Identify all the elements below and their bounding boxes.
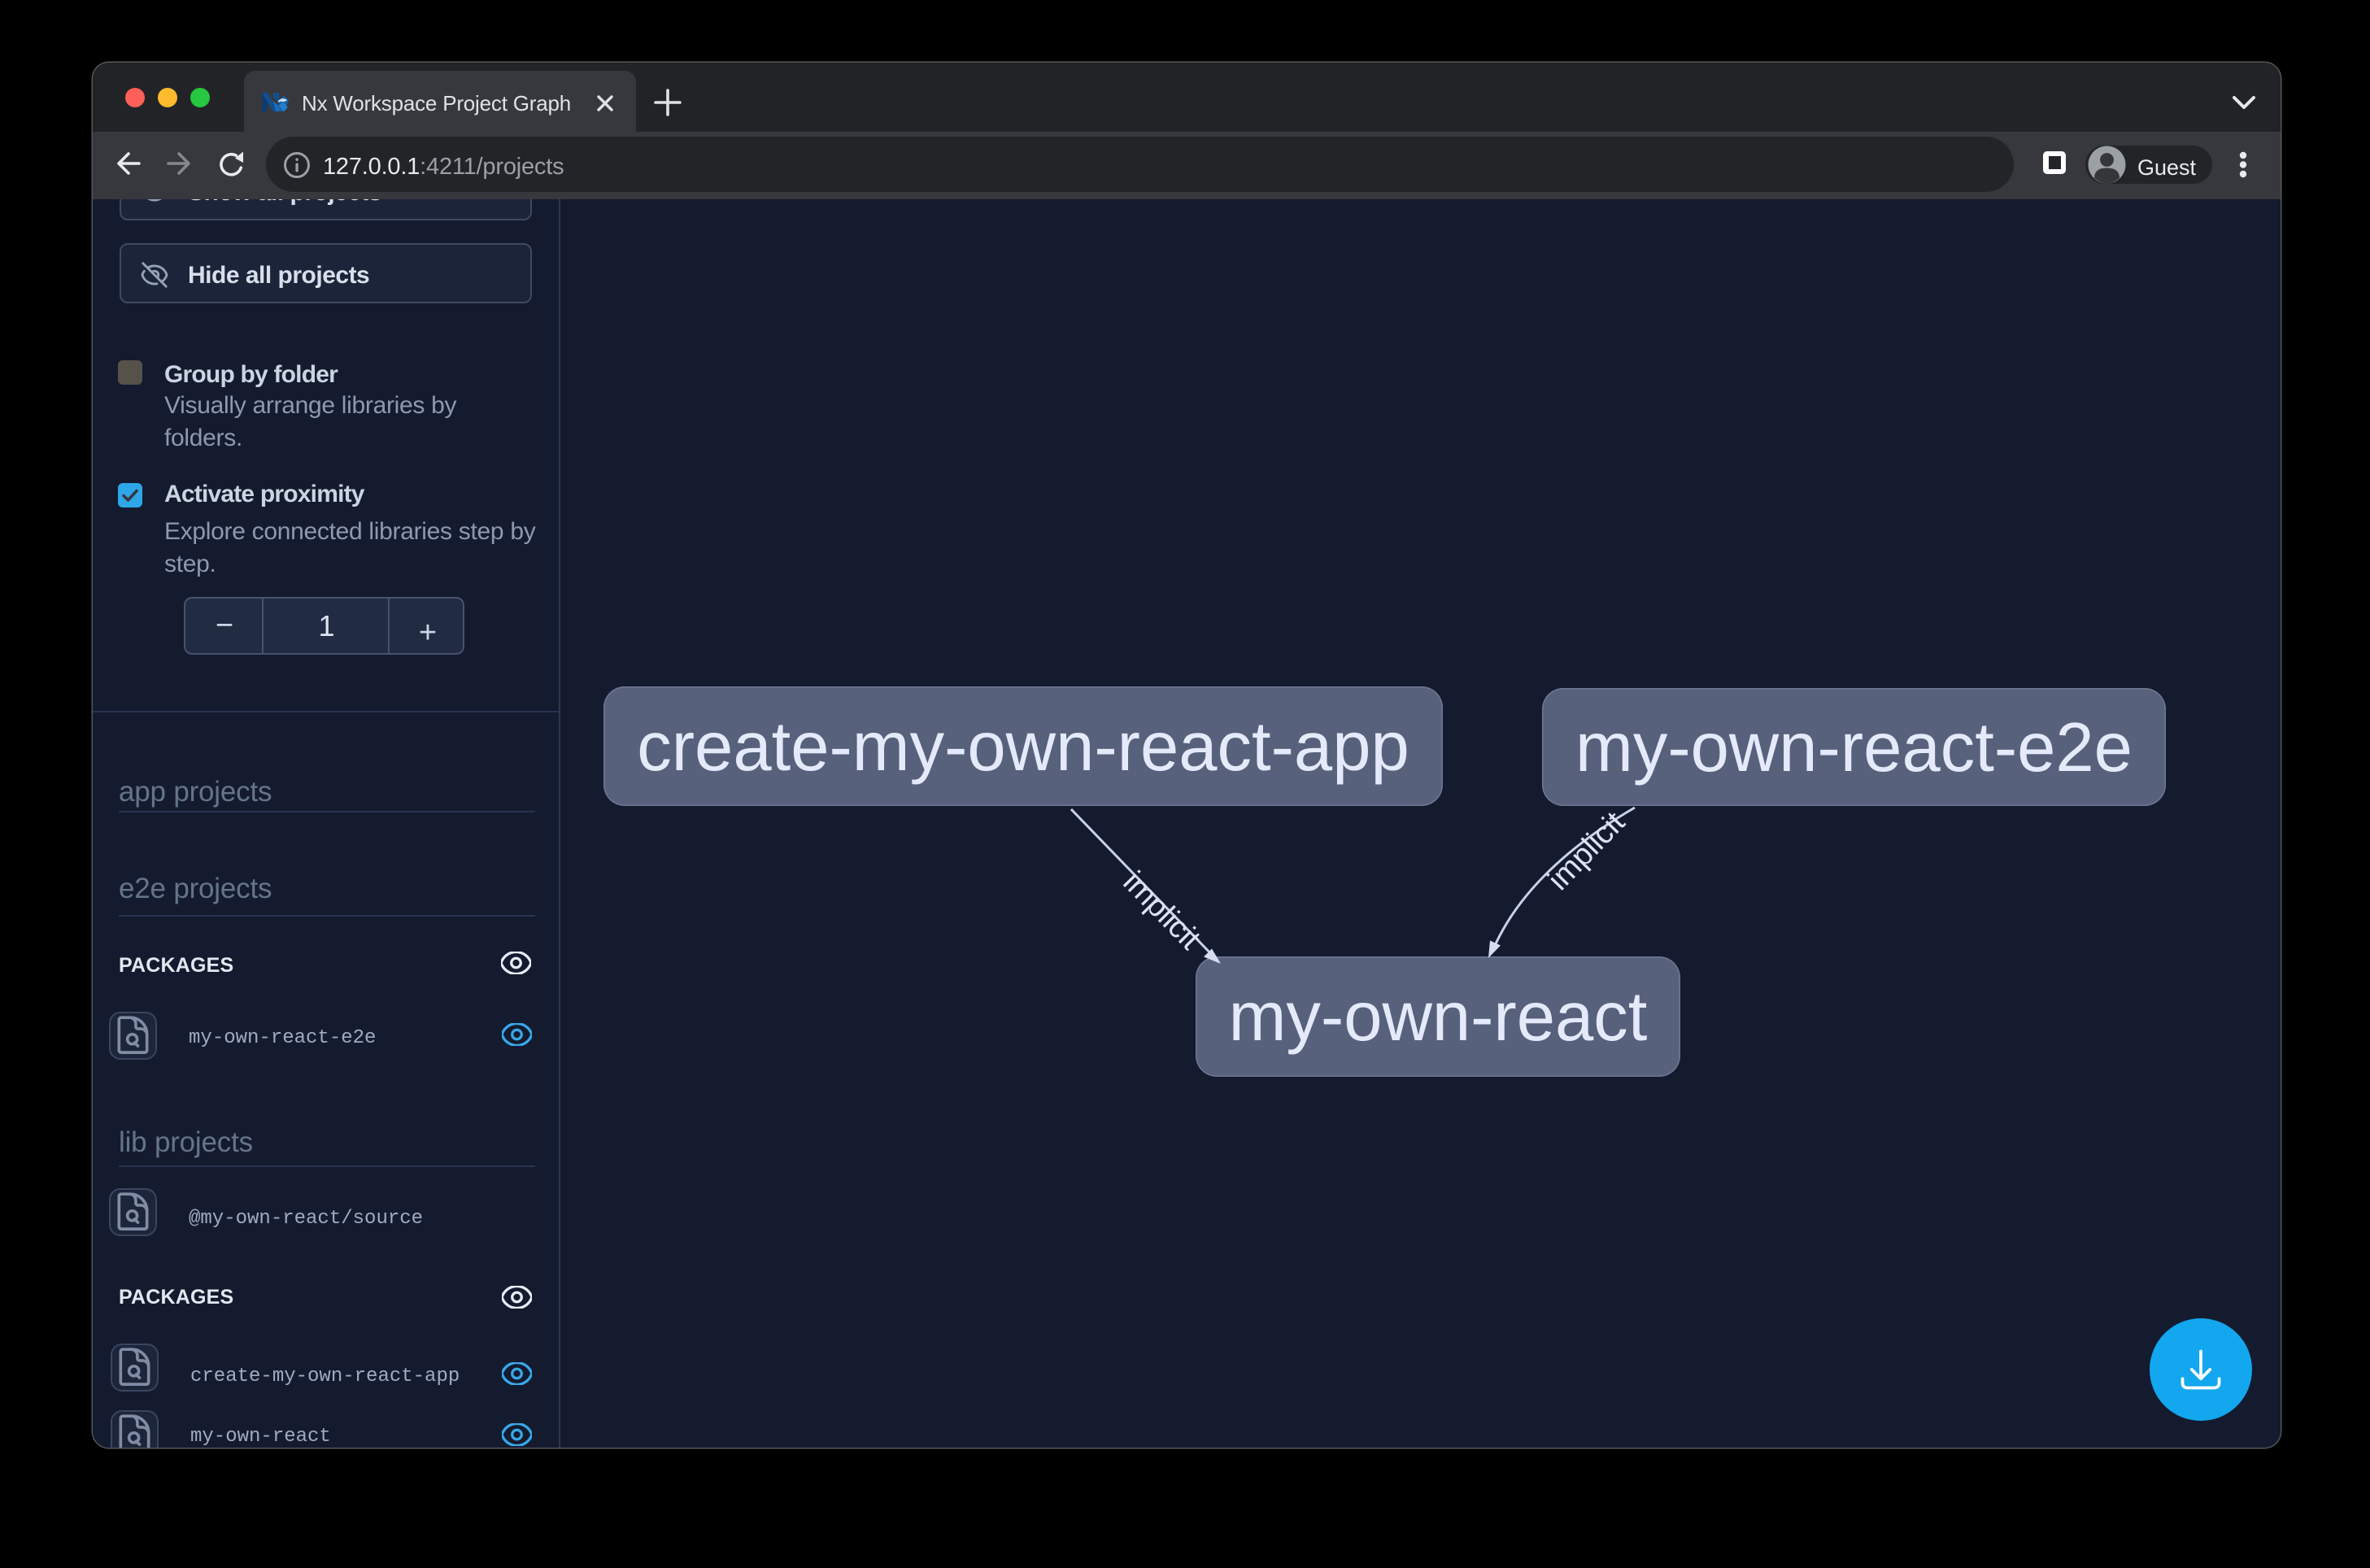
svg-text:implicit: implicit [1541,805,1632,897]
svg-text:implicit: implicit [1117,865,1208,957]
